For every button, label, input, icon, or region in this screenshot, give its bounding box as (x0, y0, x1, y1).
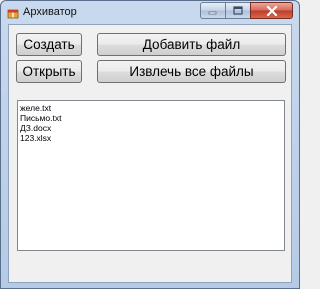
close-icon (266, 5, 277, 16)
window-title: Архиватор (23, 6, 77, 18)
caption-buttons (200, 2, 293, 20)
list-item[interactable]: желе.txt (20, 103, 282, 113)
list-item[interactable]: Письмо.txt (20, 113, 282, 123)
list-item[interactable]: 123.xlsx (20, 133, 282, 143)
extract-all-button[interactable]: Извлечь все файлы (97, 60, 286, 83)
client-area: Создать Добавить файл Открыть Извлечь вс… (8, 24, 292, 283)
maximize-button[interactable] (225, 2, 250, 19)
maximize-icon (233, 6, 243, 15)
title-bar[interactable]: Архиватор (1, 1, 299, 23)
close-button[interactable] (250, 2, 293, 19)
minimize-button[interactable] (200, 2, 225, 19)
file-list[interactable]: желе.txt Письмо.txt ДЗ.docx 123.xlsx (17, 100, 285, 251)
list-item[interactable]: ДЗ.docx (20, 123, 282, 133)
archiver-window: Архиватор Создать Добавить файл Открыть … (0, 0, 300, 289)
create-button[interactable]: Создать (16, 33, 82, 56)
minimize-icon (208, 11, 217, 14)
archive-app-icon (7, 5, 19, 19)
add-file-button[interactable]: Добавить файл (97, 33, 286, 56)
open-button[interactable]: Открыть (16, 60, 82, 83)
